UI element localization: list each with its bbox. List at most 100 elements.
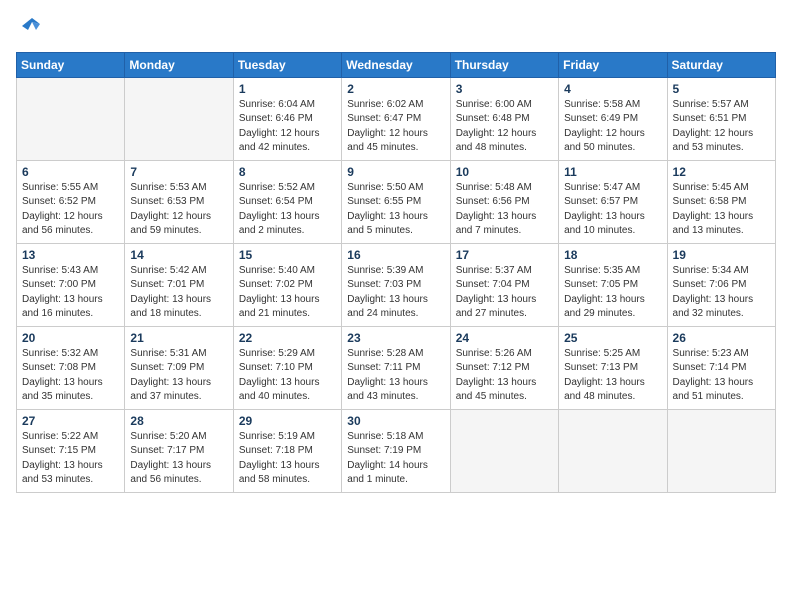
day-content: Sunrise: 5:45 AMSunset: 6:58 PMDaylight:… <box>673 181 770 239</box>
day-content: Sunrise: 5:53 AMSunset: 6:53 PMDaylight:… <box>130 181 227 239</box>
day-content: Sunrise: 5:37 AMSunset: 7:04 PMDaylight:… <box>456 264 553 322</box>
calendar-cell: 26Sunrise: 5:23 AMSunset: 7:14 PMDayligh… <box>667 326 775 409</box>
calendar-cell <box>17 77 125 160</box>
day-number: 27 <box>22 414 119 428</box>
day-content: Sunrise: 5:34 AMSunset: 7:06 PMDaylight:… <box>673 264 770 322</box>
day-number: 12 <box>673 165 770 179</box>
day-content: Sunrise: 5:31 AMSunset: 7:09 PMDaylight:… <box>130 347 227 405</box>
calendar-week-row-3: 13 Sunrise: 5:43 AMSunset: 7:00 PMDayligh… <box>17 243 776 326</box>
calendar-cell: 25 Sunrise: 5:25 AMSunset: 7:13 PMDayligh… <box>559 326 667 409</box>
calendar-cell: 15 Sunrise: 5:40 AMSunset: 7:02 PMDayligh… <box>233 243 341 326</box>
calendar-cell: 28Sunrise: 5:20 AMSunset: 7:17 PMDayligh… <box>125 409 233 492</box>
day-number: 13 <box>22 248 119 262</box>
calendar-cell: 16 Sunrise: 5:39 AMSunset: 7:03 PMDayligh… <box>342 243 450 326</box>
weekday-header-row: SundayMondayTuesdayWednesdayThursdayFrid… <box>17 52 776 77</box>
weekday-header-friday: Friday <box>559 52 667 77</box>
day-content: Sunrise: 5:42 AMSunset: 7:01 PMDaylight:… <box>130 264 227 322</box>
day-number: 3 <box>456 82 553 96</box>
day-content: Sunrise: 5:40 AMSunset: 7:02 PMDaylight:… <box>239 264 336 322</box>
day-number: 4 <box>564 82 661 96</box>
calendar-cell: 29 Sunrise: 5:19 AMSunset: 7:18 PMDayligh… <box>233 409 341 492</box>
calendar-cell <box>125 77 233 160</box>
calendar-table: SundayMondayTuesdayWednesdayThursdayFrid… <box>16 52 776 493</box>
day-content: Sunrise: 5:28 AMSunset: 7:11 PMDaylight:… <box>347 347 444 405</box>
day-number: 17 <box>456 248 553 262</box>
calendar-cell: 4 Sunrise: 5:58 AMSunset: 6:49 PMDaylight… <box>559 77 667 160</box>
day-content: Sunrise: 6:04 AMSunset: 6:46 PMDaylight:… <box>239 98 336 156</box>
calendar-cell: 19 Sunrise: 5:34 AMSunset: 7:06 PMDayligh… <box>667 243 775 326</box>
calendar-cell: 13 Sunrise: 5:43 AMSunset: 7:00 PMDayligh… <box>17 243 125 326</box>
calendar-cell: 2 Sunrise: 6:02 AMSunset: 6:47 PMDaylight… <box>342 77 450 160</box>
day-content: Sunrise: 6:02 AMSunset: 6:47 PMDaylight:… <box>347 98 444 156</box>
header <box>16 16 776 42</box>
day-content: Sunrise: 5:39 AMSunset: 7:03 PMDaylight:… <box>347 264 444 322</box>
day-number: 23 <box>347 331 444 345</box>
day-number: 15 <box>239 248 336 262</box>
day-number: 11 <box>564 165 661 179</box>
calendar-cell: 21 Sunrise: 5:31 AMSunset: 7:09 PMDayligh… <box>125 326 233 409</box>
weekday-header-saturday: Saturday <box>667 52 775 77</box>
calendar-cell: 11 Sunrise: 5:47 AMSunset: 6:57 PMDayligh… <box>559 160 667 243</box>
day-content: Sunrise: 5:32 AMSunset: 7:08 PMDaylight:… <box>22 347 119 405</box>
calendar-cell: 9 Sunrise: 5:50 AMSunset: 6:55 PMDaylight… <box>342 160 450 243</box>
calendar-week-row-5: 27 Sunrise: 5:22 AMSunset: 7:15 PMDayligh… <box>17 409 776 492</box>
calendar-cell: 27 Sunrise: 5:22 AMSunset: 7:15 PMDayligh… <box>17 409 125 492</box>
logo-text <box>16 16 42 42</box>
day-number: 26 <box>673 331 770 345</box>
calendar-week-row-2: 6 Sunrise: 5:55 AMSunset: 6:52 PMDaylight… <box>17 160 776 243</box>
calendar-cell <box>450 409 558 492</box>
calendar-cell: 14Sunrise: 5:42 AMSunset: 7:01 PMDayligh… <box>125 243 233 326</box>
calendar-cell: 7 Sunrise: 5:53 AMSunset: 6:53 PMDaylight… <box>125 160 233 243</box>
calendar-cell: 18Sunrise: 5:35 AMSunset: 7:05 PMDayligh… <box>559 243 667 326</box>
day-content: Sunrise: 6:00 AMSunset: 6:48 PMDaylight:… <box>456 98 553 156</box>
day-number: 5 <box>673 82 770 96</box>
day-number: 16 <box>347 248 444 262</box>
calendar-cell: 5 Sunrise: 5:57 AMSunset: 6:51 PMDaylight… <box>667 77 775 160</box>
calendar-cell: 6 Sunrise: 5:55 AMSunset: 6:52 PMDaylight… <box>17 160 125 243</box>
day-number: 2 <box>347 82 444 96</box>
day-content: Sunrise: 5:57 AMSunset: 6:51 PMDaylight:… <box>673 98 770 156</box>
day-number: 18 <box>564 248 661 262</box>
day-content: Sunrise: 5:26 AMSunset: 7:12 PMDaylight:… <box>456 347 553 405</box>
day-number: 22 <box>239 331 336 345</box>
day-number: 29 <box>239 414 336 428</box>
weekday-header-sunday: Sunday <box>17 52 125 77</box>
calendar-cell: 22Sunrise: 5:29 AMSunset: 7:10 PMDayligh… <box>233 326 341 409</box>
weekday-header-monday: Monday <box>125 52 233 77</box>
day-number: 1 <box>239 82 336 96</box>
logo <box>16 16 42 42</box>
calendar-cell: 30 Sunrise: 5:18 AMSunset: 7:19 PMDayligh… <box>342 409 450 492</box>
day-content: Sunrise: 5:55 AMSunset: 6:52 PMDaylight:… <box>22 181 119 239</box>
calendar-cell: 1 Sunrise: 6:04 AMSunset: 6:46 PMDaylight… <box>233 77 341 160</box>
day-number: 8 <box>239 165 336 179</box>
day-content: Sunrise: 5:47 AMSunset: 6:57 PMDaylight:… <box>564 181 661 239</box>
day-number: 25 <box>564 331 661 345</box>
day-number: 6 <box>22 165 119 179</box>
day-number: 9 <box>347 165 444 179</box>
day-number: 30 <box>347 414 444 428</box>
day-content: Sunrise: 5:25 AMSunset: 7:13 PMDaylight:… <box>564 347 661 405</box>
day-content: Sunrise: 5:18 AMSunset: 7:19 PMDaylight:… <box>347 430 444 488</box>
calendar-cell: 10 Sunrise: 5:48 AMSunset: 6:56 PMDayligh… <box>450 160 558 243</box>
calendar-cell: 23 Sunrise: 5:28 AMSunset: 7:11 PMDayligh… <box>342 326 450 409</box>
calendar-cell: 24 Sunrise: 5:26 AMSunset: 7:12 PMDayligh… <box>450 326 558 409</box>
day-content: Sunrise: 5:22 AMSunset: 7:15 PMDaylight:… <box>22 430 119 488</box>
day-content: Sunrise: 5:19 AMSunset: 7:18 PMDaylight:… <box>239 430 336 488</box>
day-content: Sunrise: 5:58 AMSunset: 6:49 PMDaylight:… <box>564 98 661 156</box>
day-number: 7 <box>130 165 227 179</box>
calendar-cell: 3 Sunrise: 6:00 AMSunset: 6:48 PMDaylight… <box>450 77 558 160</box>
calendar-week-row-1: 1 Sunrise: 6:04 AMSunset: 6:46 PMDaylight… <box>17 77 776 160</box>
calendar-cell: 8Sunrise: 5:52 AMSunset: 6:54 PMDaylight… <box>233 160 341 243</box>
logo-bird-icon <box>18 16 42 36</box>
day-content: Sunrise: 5:50 AMSunset: 6:55 PMDaylight:… <box>347 181 444 239</box>
day-number: 10 <box>456 165 553 179</box>
calendar-cell: 17 Sunrise: 5:37 AMSunset: 7:04 PMDayligh… <box>450 243 558 326</box>
day-content: Sunrise: 5:48 AMSunset: 6:56 PMDaylight:… <box>456 181 553 239</box>
day-number: 21 <box>130 331 227 345</box>
day-number: 19 <box>673 248 770 262</box>
day-number: 24 <box>456 331 553 345</box>
day-content: Sunrise: 5:43 AMSunset: 7:00 PMDaylight:… <box>22 264 119 322</box>
weekday-header-thursday: Thursday <box>450 52 558 77</box>
day-number: 28 <box>130 414 227 428</box>
calendar-week-row-4: 20Sunrise: 5:32 AMSunset: 7:08 PMDayligh… <box>17 326 776 409</box>
